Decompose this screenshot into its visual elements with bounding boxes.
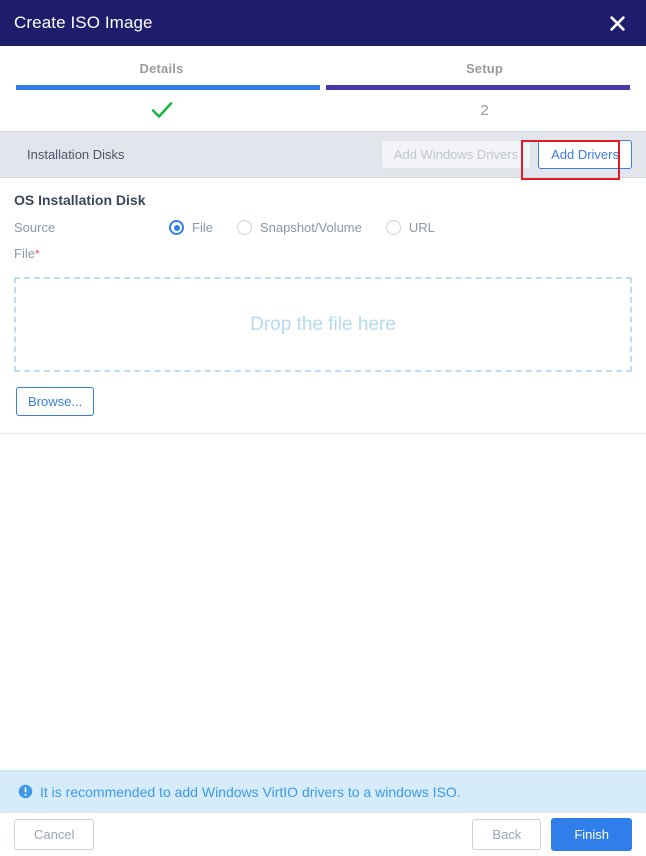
info-banner: It is recommended to add Windows VirtIO …: [0, 770, 646, 812]
wizard-step-setup[interactable]: Setup 2: [323, 46, 646, 131]
wizard-step-details[interactable]: Details: [0, 46, 323, 131]
create-iso-image-dialog: Create ISO Image Details Setup 2 Install…: [0, 0, 646, 856]
dialog-footer: Cancel Back Finish: [0, 812, 646, 856]
wizard-step-details-label: Details: [139, 61, 184, 76]
add-drivers-button[interactable]: Add Drivers: [538, 140, 632, 169]
source-option-url[interactable]: URL: [385, 220, 435, 235]
os-installation-disk-title: OS Installation Disk: [14, 192, 146, 208]
wizard-step-setup-marker: 2: [480, 101, 489, 119]
file-row: File*: [14, 246, 632, 261]
add-windows-drivers-button[interactable]: Add Windows Drivers: [380, 140, 532, 169]
source-row: Source File Snapshot/Volume URL: [14, 220, 632, 235]
source-option-snapshot-volume-label: Snapshot/Volume: [259, 220, 362, 235]
radio-icon-snapshot-volume: [236, 220, 252, 235]
source-option-snapshot-volume[interactable]: Snapshot/Volume: [236, 220, 362, 235]
source-option-file[interactable]: File: [169, 220, 213, 235]
wizard-steps: Details Setup 2: [0, 46, 646, 131]
required-asterisk: *: [34, 247, 40, 261]
check-icon: [151, 102, 172, 118]
os-installation-disk-section: OS Installation Disk Source File Snapsho…: [0, 178, 646, 272]
radio-icon-file: [169, 220, 184, 235]
wizard-step-setup-bar: [326, 85, 630, 90]
dialog-body: OS Installation Disk Source File Snapsho…: [0, 178, 646, 770]
cancel-button[interactable]: Cancel: [14, 819, 95, 850]
file-dropzone-label: Drop the file here: [250, 313, 396, 335]
source-option-file-label: File: [192, 220, 213, 235]
installation-disks-actions: Add Windows Drivers Add Drivers: [380, 140, 632, 169]
radio-icon-url: [385, 220, 401, 235]
info-banner-text: It is recommended to add Windows VirtIO …: [40, 783, 461, 800]
browse-wrap: Browse...: [0, 372, 646, 416]
source-label: Source: [14, 220, 56, 235]
back-button[interactable]: Back: [472, 819, 542, 850]
installation-disks-bar: Installation Disks Add Windows Drivers A…: [0, 131, 646, 178]
wizard-step-details-bar: [16, 85, 320, 90]
browse-button[interactable]: Browse...: [16, 387, 95, 416]
file-label: File*: [14, 246, 169, 261]
file-label-text: File: [14, 246, 35, 261]
installation-disks-title: Installation Disks: [27, 147, 125, 162]
wizard-step-details-bar-wrap: [0, 85, 323, 90]
finish-button[interactable]: Finish: [551, 818, 632, 851]
empty-space: [0, 434, 646, 770]
close-icon[interactable]: [604, 10, 630, 36]
wizard-step-setup-label: Setup: [465, 61, 504, 76]
source-option-url-label: URL: [408, 220, 435, 235]
dialog-title: Create ISO Image: [14, 13, 153, 32]
source-radio-group: File Snapshot/Volume URL: [169, 220, 459, 235]
footer-right-actions: Back Finish: [472, 818, 632, 851]
wizard-step-setup-bar-wrap: [323, 85, 646, 90]
dialog-titlebar: Create ISO Image: [0, 0, 646, 46]
wizard-step-details-marker: [150, 99, 174, 121]
info-circle-icon: [18, 784, 33, 799]
file-dropzone[interactable]: Drop the file here: [14, 277, 632, 372]
